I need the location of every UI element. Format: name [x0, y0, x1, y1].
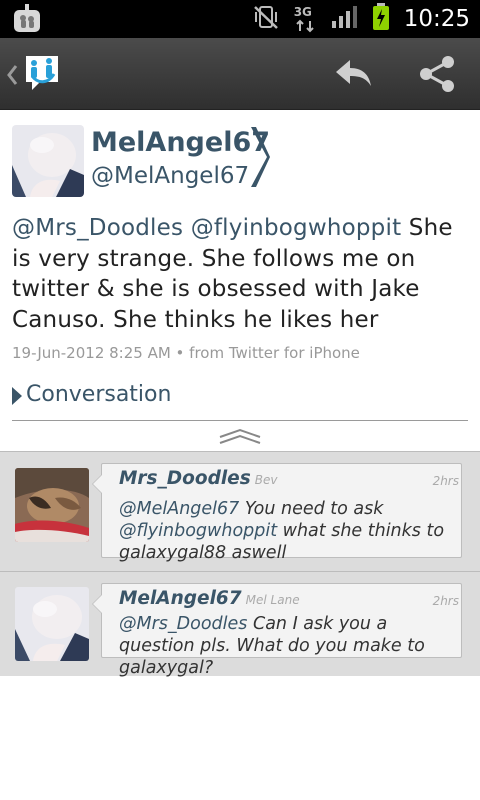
message-bubble[interactable]: Mrs_Doodles Bev 2hrs @MelAngel67 You need… — [92, 463, 462, 563]
message-author[interactable]: Mrs_Doodles — [119, 468, 251, 489]
tweet-text: @Mrs_Doodles @flyinbogwhoppit She is ver… — [12, 213, 472, 335]
message-text: @Mrs_Doodles Can I ask you a question pl… — [119, 614, 425, 678]
signal-icon — [331, 5, 358, 33]
double-chevron-up-icon[interactable] — [218, 428, 262, 448]
status-bar: 3G 10:25 — [0, 0, 480, 38]
message-author[interactable]: MelAngel67 — [119, 588, 242, 609]
app-logo-icon[interactable] — [24, 52, 60, 96]
app-notification-icon — [12, 4, 42, 38]
3g-data-icon: 3G — [294, 4, 318, 34]
conversation-label: Conversation — [26, 382, 172, 407]
avatar[interactable] — [15, 587, 89, 661]
action-bar — [0, 38, 480, 110]
mention-link[interactable]: @flyinbogwhoppit — [119, 521, 277, 541]
message-text: @MelAngel67 You need to ask @flyinbogwho… — [119, 499, 445, 563]
back-chevron-icon[interactable] — [6, 64, 18, 90]
reply-icon[interactable] — [334, 56, 374, 96]
author-handle[interactable]: @MelAngel67 — [91, 163, 249, 189]
mention-link[interactable]: @flyinbogwhoppit — [191, 215, 402, 241]
message-bubble[interactable]: MelAngel67 Mel Lane 2hrs @Mrs_Doodles Can… — [92, 583, 462, 678]
list-item[interactable]: Mrs_Doodles Bev 2hrs @MelAngel67 You need… — [0, 451, 480, 571]
mention-link[interactable]: @MelAngel67 — [119, 499, 239, 519]
message-time: 2hrs — [432, 474, 459, 488]
mention-link[interactable]: @Mrs_Doodles — [119, 614, 247, 634]
battery-charging-icon — [372, 3, 390, 35]
mention-link[interactable]: @Mrs_Doodles — [12, 215, 183, 241]
vibrate-mute-icon — [252, 4, 280, 34]
chevron-right-icon[interactable] — [248, 125, 270, 193]
author-name[interactable]: MelAngel67 — [91, 127, 270, 158]
avatar[interactable] — [15, 468, 89, 542]
message-time: 2hrs — [432, 594, 459, 608]
list-item[interactable]: MelAngel67 Mel Lane 2hrs @Mrs_Doodles Can… — [0, 571, 480, 678]
share-icon[interactable] — [418, 54, 458, 98]
message-real-name: Bev — [254, 473, 278, 487]
author-avatar[interactable] — [12, 125, 84, 197]
message-real-name: Mel Lane — [245, 593, 300, 607]
status-time: 10:25 — [403, 6, 470, 32]
triangle-right-icon — [12, 387, 22, 409]
tweet-meta: 19-Jun-2012 8:25 AM • from Twitter for i… — [12, 344, 360, 362]
